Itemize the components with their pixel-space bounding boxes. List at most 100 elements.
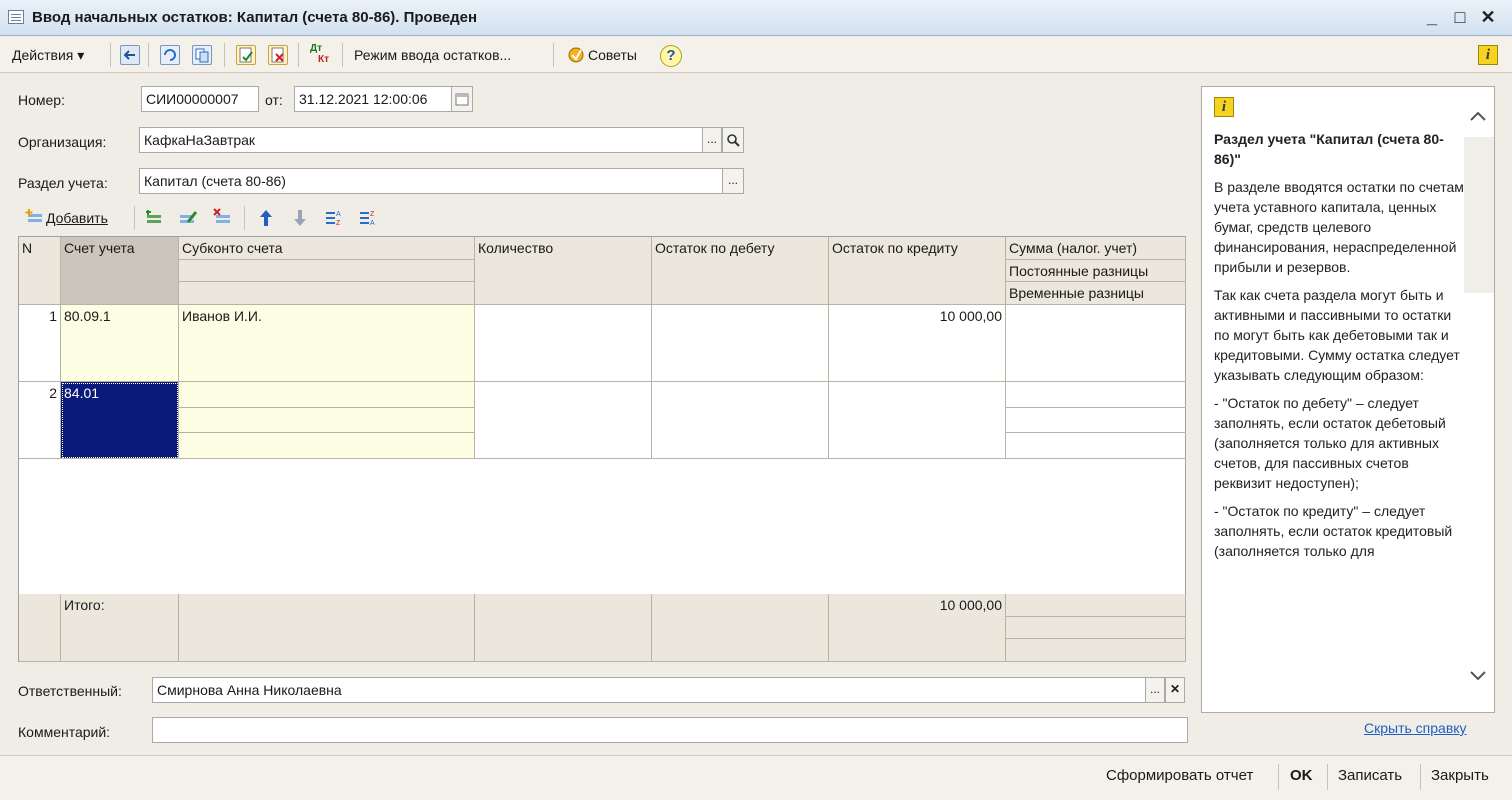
section-label: Раздел учета:	[18, 175, 108, 191]
help-icon[interactable]: ?	[660, 45, 682, 67]
minimize-button[interactable]: _	[1420, 4, 1444, 30]
copy-row-icon[interactable]	[144, 208, 164, 228]
table-row-2-account[interactable]: 84.01	[61, 382, 179, 459]
responsible-select-button[interactable]: ...	[1145, 677, 1165, 703]
table-row-2-const-diff[interactable]	[1006, 408, 1186, 433]
header-temp-diff[interactable]: Временные разницы	[1006, 282, 1186, 305]
info-icon: i	[1214, 97, 1234, 117]
section-field[interactable]: Капитал (счета 80-86)	[139, 168, 723, 194]
header-subconto[interactable]: Субконто счета	[179, 237, 475, 260]
section-select-button[interactable]: ...	[722, 168, 744, 194]
tips-button[interactable]: Советы	[588, 43, 637, 67]
table-row-2-temp-diff[interactable]	[1006, 433, 1186, 459]
add-row-icon[interactable]	[24, 208, 44, 228]
table-row-2-n: 2	[19, 382, 61, 459]
table-row-1-credit[interactable]: 10 000,00	[829, 305, 1006, 382]
footer-total-credit: 10 000,00	[829, 594, 1006, 662]
calendar-glyph	[455, 93, 469, 106]
toolbar-separator	[244, 206, 245, 230]
table-row-1-debit[interactable]	[652, 305, 829, 382]
table-row-2-quantity[interactable]	[475, 382, 652, 459]
copy-document-icon[interactable]	[192, 45, 212, 65]
header-debit[interactable]: Остаток по дебету	[652, 237, 829, 305]
help-title: Раздел учета "Капитал (счета 80-86)"	[1214, 131, 1444, 167]
sort-ascending-icon[interactable]: AZ	[324, 208, 344, 228]
post-glyph	[239, 47, 253, 63]
generate-report-button[interactable]: Сформировать отчет	[1106, 767, 1253, 784]
scroll-down-icon[interactable]	[1468, 669, 1488, 683]
comment-field[interactable]	[152, 717, 1188, 743]
hide-help-link[interactable]: Скрыть справку	[1364, 720, 1467, 736]
refresh-icon[interactable]	[160, 45, 180, 65]
table-row-1-account[interactable]: 80.09.1	[61, 305, 179, 382]
scroll-thumb[interactable]	[1464, 137, 1494, 293]
table-row-1-subconto[interactable]: Иванов И.И.	[179, 305, 475, 382]
toolbar-separator	[110, 43, 111, 67]
kt-label: Кт	[318, 54, 330, 65]
footer-debit	[652, 594, 829, 662]
responsible-label: Ответственный:	[18, 683, 122, 699]
table-row-2-subconto-3[interactable]	[179, 433, 475, 459]
balances-table[interactable]: N Счет учета Субконто счета Количество О…	[18, 236, 1186, 662]
help-paragraph-2: Так как счета раздела могут быть и актив…	[1214, 287, 1460, 383]
number-label: Номер:	[18, 92, 65, 108]
help-panel: i Раздел учета "Капитал (счета 80-86)" В…	[1201, 86, 1495, 713]
table-row-1-sum[interactable]	[1006, 305, 1186, 382]
footer-n	[19, 594, 61, 662]
organization-field[interactable]: КафкаНаЗавтрак	[139, 127, 703, 153]
scroll-up-icon[interactable]	[1468, 109, 1488, 123]
calendar-icon[interactable]	[451, 86, 473, 112]
search-icon[interactable]	[722, 127, 744, 153]
add-button[interactable]: Добавить	[46, 206, 108, 230]
help-scrollbar[interactable]	[1464, 87, 1494, 712]
header-n[interactable]: N	[19, 237, 61, 305]
header-quantity[interactable]: Количество	[475, 237, 652, 305]
number-field[interactable]: СИИ00000007	[141, 86, 259, 112]
info-toggle-icon[interactable]: i	[1478, 45, 1498, 65]
input-mode-button[interactable]: Режим ввода остатков...	[354, 43, 511, 67]
dt-kt-icon[interactable]: Дт Кт	[310, 43, 334, 69]
actions-menu[interactable]: Действия ▾	[12, 43, 84, 67]
organization-select-button[interactable]: ...	[702, 127, 722, 153]
table-row-2-subconto[interactable]	[179, 382, 475, 408]
table-row-2-debit[interactable]	[652, 382, 829, 459]
sort-descending-icon[interactable]: ZA	[358, 208, 378, 228]
edit-row-icon[interactable]	[178, 208, 198, 228]
delete-row-icon[interactable]	[212, 208, 232, 228]
maximize-button[interactable]: □	[1448, 4, 1472, 30]
date-label: от:	[265, 92, 283, 108]
save-button[interactable]: Записать	[1338, 767, 1402, 784]
close-window-button[interactable]: ✕	[1476, 4, 1500, 30]
move-down-icon[interactable]	[290, 208, 310, 228]
help-content: Раздел учета "Капитал (счета 80-86)" В р…	[1214, 129, 1466, 569]
arrow-down-glyph	[294, 210, 306, 226]
responsible-field[interactable]: Смирнова Анна Николаевна	[152, 677, 1146, 703]
header-sum-tax[interactable]: Сумма (налог. учет)	[1006, 237, 1186, 260]
responsible-clear-button[interactable]: ✕	[1165, 677, 1185, 703]
post-document-icon[interactable]	[236, 45, 256, 65]
footer-total-label: Итого:	[61, 594, 179, 662]
delete-row-glyph	[213, 208, 230, 223]
comment-label: Комментарий:	[18, 724, 111, 740]
toolbar-separator	[148, 43, 149, 67]
header-subconto-2	[179, 260, 475, 282]
header-credit[interactable]: Остаток по кредиту	[829, 237, 1006, 305]
help-paragraph-4: - "Остаток по кредиту" – следует заполня…	[1214, 503, 1453, 559]
table-row-1-quantity[interactable]	[475, 305, 652, 382]
header-const-diff[interactable]: Постоянные разницы	[1006, 260, 1186, 282]
header-account[interactable]: Счет учета	[61, 237, 179, 305]
svg-text:Z: Z	[370, 211, 375, 218]
close-button[interactable]: Закрыть	[1431, 767, 1489, 784]
unpost-document-icon[interactable]	[268, 45, 288, 65]
sort-asc-glyph: AZ	[326, 211, 341, 227]
copy-glyph	[195, 48, 209, 63]
document-icon	[8, 10, 24, 24]
table-row-2-sum[interactable]	[1006, 382, 1186, 408]
table-row-2-credit[interactable]	[829, 382, 1006, 459]
ok-button[interactable]: OK	[1290, 767, 1313, 784]
move-up-icon[interactable]	[256, 208, 276, 228]
date-field[interactable]: 31.12.2021 12:00:06	[294, 86, 452, 112]
footer-sum	[1006, 594, 1186, 617]
table-row-2-subconto-2[interactable]	[179, 408, 475, 433]
back-arrow-icon[interactable]	[120, 45, 140, 65]
